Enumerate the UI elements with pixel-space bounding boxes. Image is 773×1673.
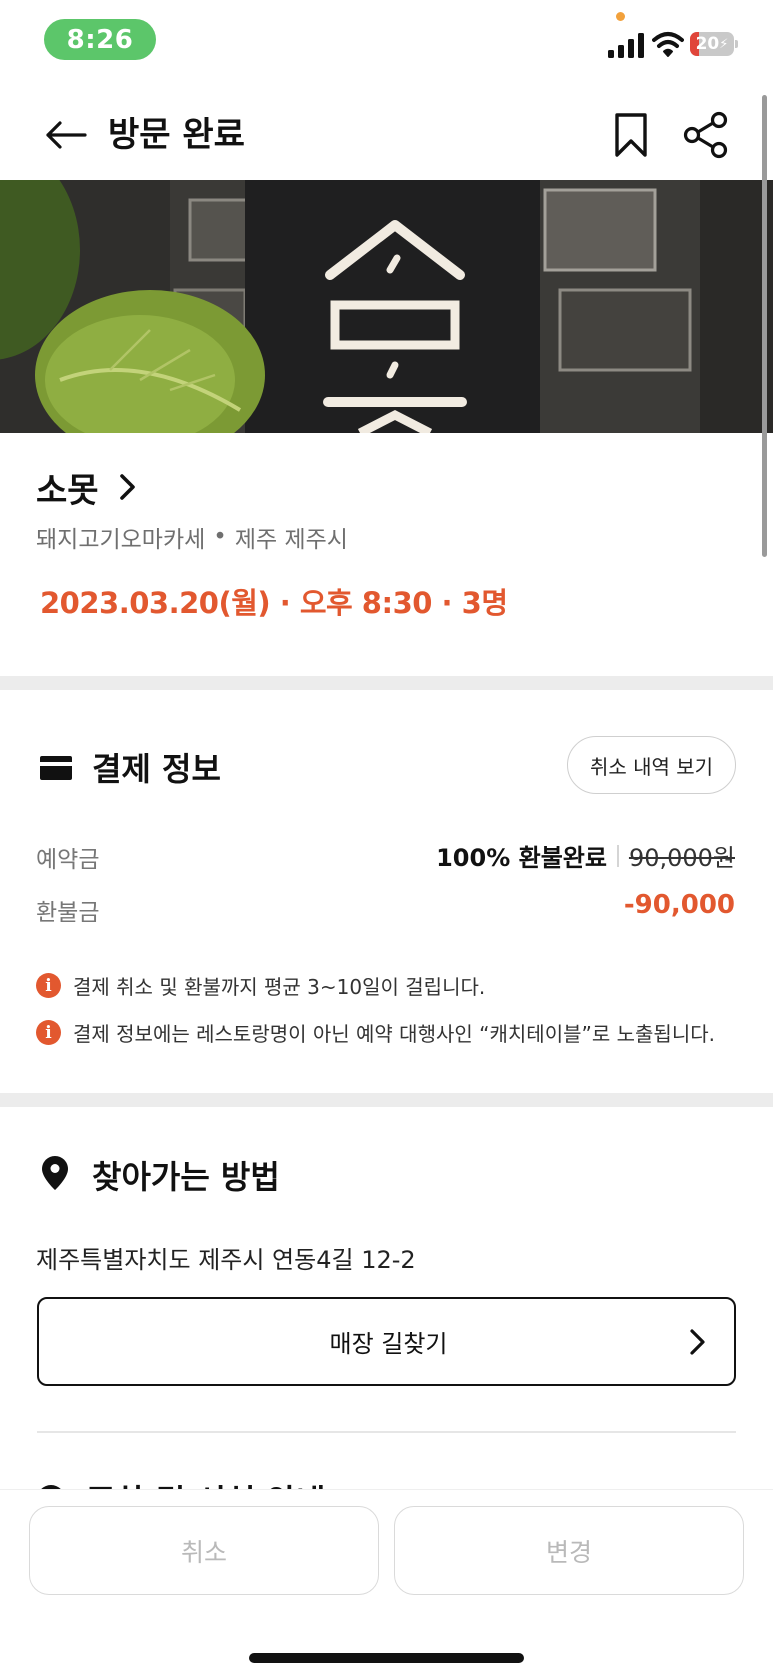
restaurant-category: 돼지고기오마카세	[36, 527, 206, 553]
page-title: 방문 완료	[108, 115, 245, 155]
refund-status: 100% 환불완료	[436, 844, 607, 872]
location-pin-icon	[42, 1156, 68, 1190]
status-bar: 8:26 20 ⚡	[0, 0, 773, 80]
top-nav-bar: 방문 완료	[0, 90, 773, 180]
wifi-icon	[652, 32, 684, 57]
value-separator	[616, 844, 619, 867]
restaurant-subtitle: 돼지고기오마카세 • 제주 제주시	[36, 520, 348, 554]
find-route-label: 매장 길찾기	[329, 1330, 448, 1358]
battery-icon: 20 ⚡	[690, 32, 738, 56]
bottom-action-bar: 취소 변경	[0, 1489, 773, 1673]
share-icon	[683, 111, 728, 159]
view-cancel-history-button[interactable]: 취소 내역 보기	[567, 736, 736, 794]
divider-line	[37, 1431, 736, 1433]
bookmark-button[interactable]	[608, 108, 654, 162]
find-route-button[interactable]: 매장 길찾기	[37, 1297, 736, 1386]
section-divider	[0, 1093, 773, 1107]
deposit-amount: 90,000원	[628, 844, 735, 872]
directions-section-title: 찾아가는 방법	[92, 1158, 280, 1196]
back-button[interactable]	[40, 112, 92, 158]
restaurant-signage-image	[0, 180, 773, 433]
refund-label: 환불금	[36, 900, 100, 926]
info-icon: i	[36, 973, 61, 998]
info-icon: i	[36, 1020, 61, 1045]
charging-bolt-icon: ⚡	[719, 36, 729, 52]
payment-notice: i 결제 정보에는 레스토랑명이 아닌 예약 대행사인 “캐치테이블”로 노출됩…	[36, 1018, 715, 1047]
arrow-left-icon	[46, 121, 87, 149]
credit-card-icon	[40, 756, 72, 780]
cellular-signal-icon	[608, 33, 644, 58]
change-reservation-button[interactable]: 변경	[394, 1506, 744, 1595]
subtitle-separator: •	[213, 524, 227, 550]
chevron-right-icon	[690, 1329, 705, 1355]
refund-amount: -90,000	[623, 890, 735, 920]
chevron-right-icon	[119, 474, 135, 500]
restaurant-name: 소못	[36, 470, 99, 511]
battery-level: 20	[695, 34, 720, 54]
deposit-value: 100% 환불완료 90,000원	[436, 838, 735, 873]
section-divider	[0, 676, 773, 690]
payment-notice: i 결제 취소 및 환불까지 평균 3~10일이 걸립니다.	[36, 971, 485, 1000]
restaurant-location: 제주 제주시	[234, 527, 348, 553]
notice-text: 결제 취소 및 환불까지 평균 3~10일이 걸립니다.	[73, 975, 486, 999]
booking-datetime: 2023.03.20(월) · 오후 8:30 · 3명	[40, 586, 508, 620]
payment-section-title: 결제 정보	[92, 750, 221, 788]
deposit-label: 예약금	[36, 847, 100, 873]
cancel-reservation-button[interactable]: 취소	[29, 1506, 379, 1595]
status-time: 8:26	[44, 19, 156, 60]
scrollbar[interactable]	[762, 95, 767, 557]
share-button[interactable]	[680, 108, 732, 162]
refund-value: -90,000	[624, 890, 735, 920]
notice-text: 결제 정보에는 레스토랑명이 아닌 예약 대행사인 “캐치테이블”로 노출됩니다…	[73, 1022, 715, 1046]
restaurant-address: 제주특별자치도 제주시 연동4길 12-2	[36, 1246, 416, 1274]
restaurant-name-link[interactable]: 소못	[36, 462, 137, 512]
bookmark-icon	[615, 113, 647, 157]
home-indicator[interactable]	[249, 1653, 524, 1663]
restaurant-hero-image	[0, 180, 773, 433]
privacy-indicator-dot	[616, 12, 625, 21]
